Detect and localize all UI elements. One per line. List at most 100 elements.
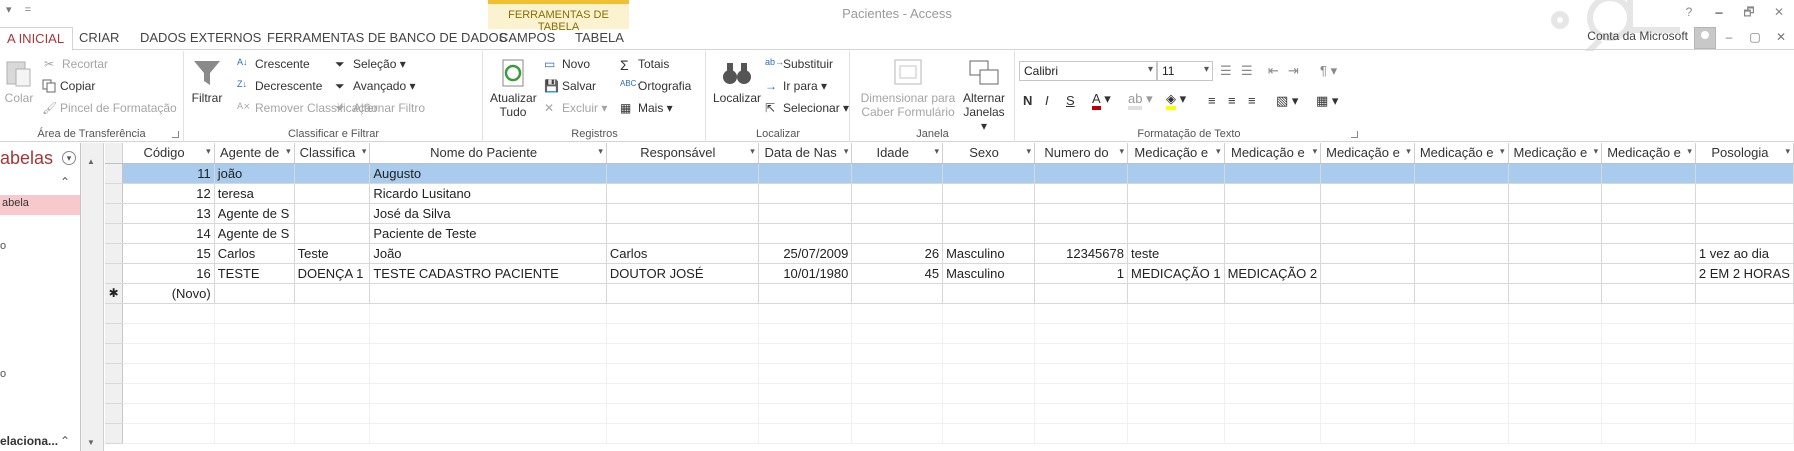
- table-cell[interactable]: MEDICAÇÃO 2: [1224, 263, 1322, 284]
- table-cell[interactable]: [1224, 183, 1322, 204]
- paste-button[interactable]: Colar: [2, 57, 36, 105]
- table-cell[interactable]: [1034, 183, 1128, 204]
- table-cell[interactable]: [1414, 263, 1509, 284]
- table-cell[interactable]: [1601, 163, 1696, 184]
- cut-button[interactable]: ✂ Recortar: [44, 57, 108, 71]
- table-cell[interactable]: João: [369, 243, 607, 264]
- table-cell[interactable]: 1: [1034, 263, 1128, 284]
- tab-home[interactable]: A INICIAL: [0, 27, 74, 51]
- table-cell[interactable]: TESTE: [214, 263, 295, 284]
- column-header[interactable]: Responsável: [606, 143, 759, 164]
- table-cell[interactable]: Agente de S: [214, 223, 295, 244]
- table-cell[interactable]: 12: [122, 183, 215, 204]
- tab-create[interactable]: CRIAR: [71, 27, 127, 50]
- table-cell[interactable]: [942, 283, 1035, 304]
- table-cell[interactable]: [1224, 163, 1322, 184]
- table-cell[interactable]: DOUTOR JOSÉ: [606, 263, 759, 284]
- column-header[interactable]: Classifica: [294, 143, 371, 164]
- select-dropdown[interactable]: ⇱ Selecionar ▾: [765, 101, 849, 115]
- table-cell[interactable]: [758, 163, 853, 184]
- sort-descending-button[interactable]: Z↓ Decrescente: [237, 79, 322, 93]
- find-button[interactable]: Localizar: [711, 57, 763, 105]
- totals-button[interactable]: Σ Totais: [620, 57, 669, 73]
- table-cell[interactable]: [1320, 183, 1415, 204]
- table-cell[interactable]: [1224, 283, 1322, 304]
- table-cell[interactable]: [1414, 163, 1509, 184]
- nav-menu-chevron-icon[interactable]: ▾: [62, 151, 76, 165]
- toggle-filter-button[interactable]: ⏷ Alternar Filtro: [335, 101, 425, 115]
- table-cell[interactable]: [1695, 183, 1794, 204]
- align-left-icon[interactable]: ≡: [1208, 93, 1216, 108]
- goto-dropdown[interactable]: → Ir para ▾: [765, 79, 827, 93]
- row-selector[interactable]: [105, 243, 124, 264]
- more-dropdown[interactable]: ▦ Mais ▾: [620, 101, 673, 115]
- table-cell[interactable]: [214, 283, 295, 304]
- table-cell[interactable]: Masculino: [942, 263, 1035, 284]
- table-cell[interactable]: Carlos: [606, 243, 759, 264]
- column-header[interactable]: Data de Nas: [758, 143, 853, 164]
- table-cell[interactable]: [606, 283, 759, 304]
- table-cell[interactable]: [1127, 163, 1225, 184]
- table-cell[interactable]: [1414, 283, 1509, 304]
- table-cell[interactable]: [1601, 243, 1696, 264]
- table-row[interactable]: 15 Carlos Teste João Carlos 25/07/2009 26 Mascu…: [105, 243, 1794, 264]
- table-cell[interactable]: 1 vez ao dia: [1695, 243, 1794, 264]
- table-cell[interactable]: [942, 163, 1035, 184]
- row-selector[interactable]: [105, 223, 124, 244]
- table-cell[interactable]: Augusto: [369, 163, 607, 184]
- nav-group-relationships[interactable]: elaciona...: [0, 434, 58, 448]
- row-selector[interactable]: [105, 203, 124, 224]
- table-cell[interactable]: [851, 203, 944, 224]
- table-cell[interactable]: [1224, 203, 1322, 224]
- table-cell[interactable]: 12345678: [1034, 243, 1128, 264]
- table-cell[interactable]: Agente de S: [214, 203, 295, 224]
- bullets-icon[interactable]: ☰: [1220, 63, 1232, 79]
- select-all-corner[interactable]: [105, 143, 124, 164]
- table-cell[interactable]: [1414, 203, 1509, 224]
- column-header[interactable]: Agente de: [214, 143, 295, 164]
- increase-indent-icon[interactable]: ⇥: [1288, 63, 1299, 79]
- table-cell[interactable]: 16: [122, 263, 215, 284]
- column-header[interactable]: Medicação e: [1508, 143, 1603, 164]
- clipboard-launcher-icon[interactable]: [172, 131, 179, 138]
- table-cell[interactable]: TESTE CADASTRO PACIENTE: [369, 263, 607, 284]
- table-cell[interactable]: [294, 283, 371, 304]
- table-cell[interactable]: [942, 183, 1035, 204]
- bold-button[interactable]: N: [1023, 93, 1032, 108]
- column-header[interactable]: Medicação e: [1127, 143, 1225, 164]
- new-record-marker-icon[interactable]: ✱: [105, 283, 124, 304]
- numbering-icon[interactable]: ☰: [1241, 63, 1253, 79]
- tab-fields[interactable]: CAMPOS: [491, 27, 563, 50]
- table-cell[interactable]: [758, 283, 853, 304]
- table-cell[interactable]: [942, 203, 1035, 224]
- selection-dropdown[interactable]: ⏷ Seleção ▾: [335, 57, 406, 71]
- table-row[interactable]: 11 joão Augusto: [105, 163, 1794, 184]
- alternate-row-color-icon[interactable]: ▧ ▾: [1276, 93, 1298, 109]
- table-cell[interactable]: teste: [1127, 243, 1225, 264]
- table-row[interactable]: 14 Agente de S Paciente de Teste: [105, 223, 1794, 244]
- decrease-indent-icon[interactable]: ⇤: [1268, 63, 1279, 79]
- new-record-button[interactable]: ▭ Novo: [544, 57, 590, 71]
- tab-database-tools[interactable]: FERRAMENTAS DE BANCO DE DADOS: [259, 27, 515, 50]
- table-cell[interactable]: [294, 203, 371, 224]
- table-cell[interactable]: [1320, 223, 1415, 244]
- table-cell[interactable]: 10/01/1980: [758, 263, 853, 284]
- table-cell[interactable]: [1320, 163, 1415, 184]
- refresh-all-button[interactable]: Atualizar Tudo: [490, 57, 537, 119]
- close-button[interactable]: ✕: [1764, 0, 1794, 29]
- table-cell[interactable]: [758, 203, 853, 224]
- column-header[interactable]: Medicação e: [1320, 143, 1415, 164]
- tab-table[interactable]: TABELA: [567, 27, 632, 50]
- table-cell[interactable]: [1601, 283, 1696, 304]
- table-cell[interactable]: joão: [214, 163, 295, 184]
- fill-color-button[interactable]: ◈ ▾: [1166, 91, 1186, 110]
- nav-group-collapse-icon[interactable]: ⌃: [60, 175, 70, 189]
- ribbon-minimize-button[interactable]: –: [1716, 30, 1742, 44]
- table-cell[interactable]: Ricardo Lusitano: [369, 183, 607, 204]
- column-header[interactable]: Medicação e: [1414, 143, 1509, 164]
- copy-button[interactable]: Copiar: [42, 79, 95, 93]
- filter-button[interactable]: Filtrar: [191, 57, 223, 105]
- table-cell[interactable]: [1601, 203, 1696, 224]
- table-cell[interactable]: [1695, 283, 1794, 304]
- table-cell[interactable]: [1414, 183, 1509, 204]
